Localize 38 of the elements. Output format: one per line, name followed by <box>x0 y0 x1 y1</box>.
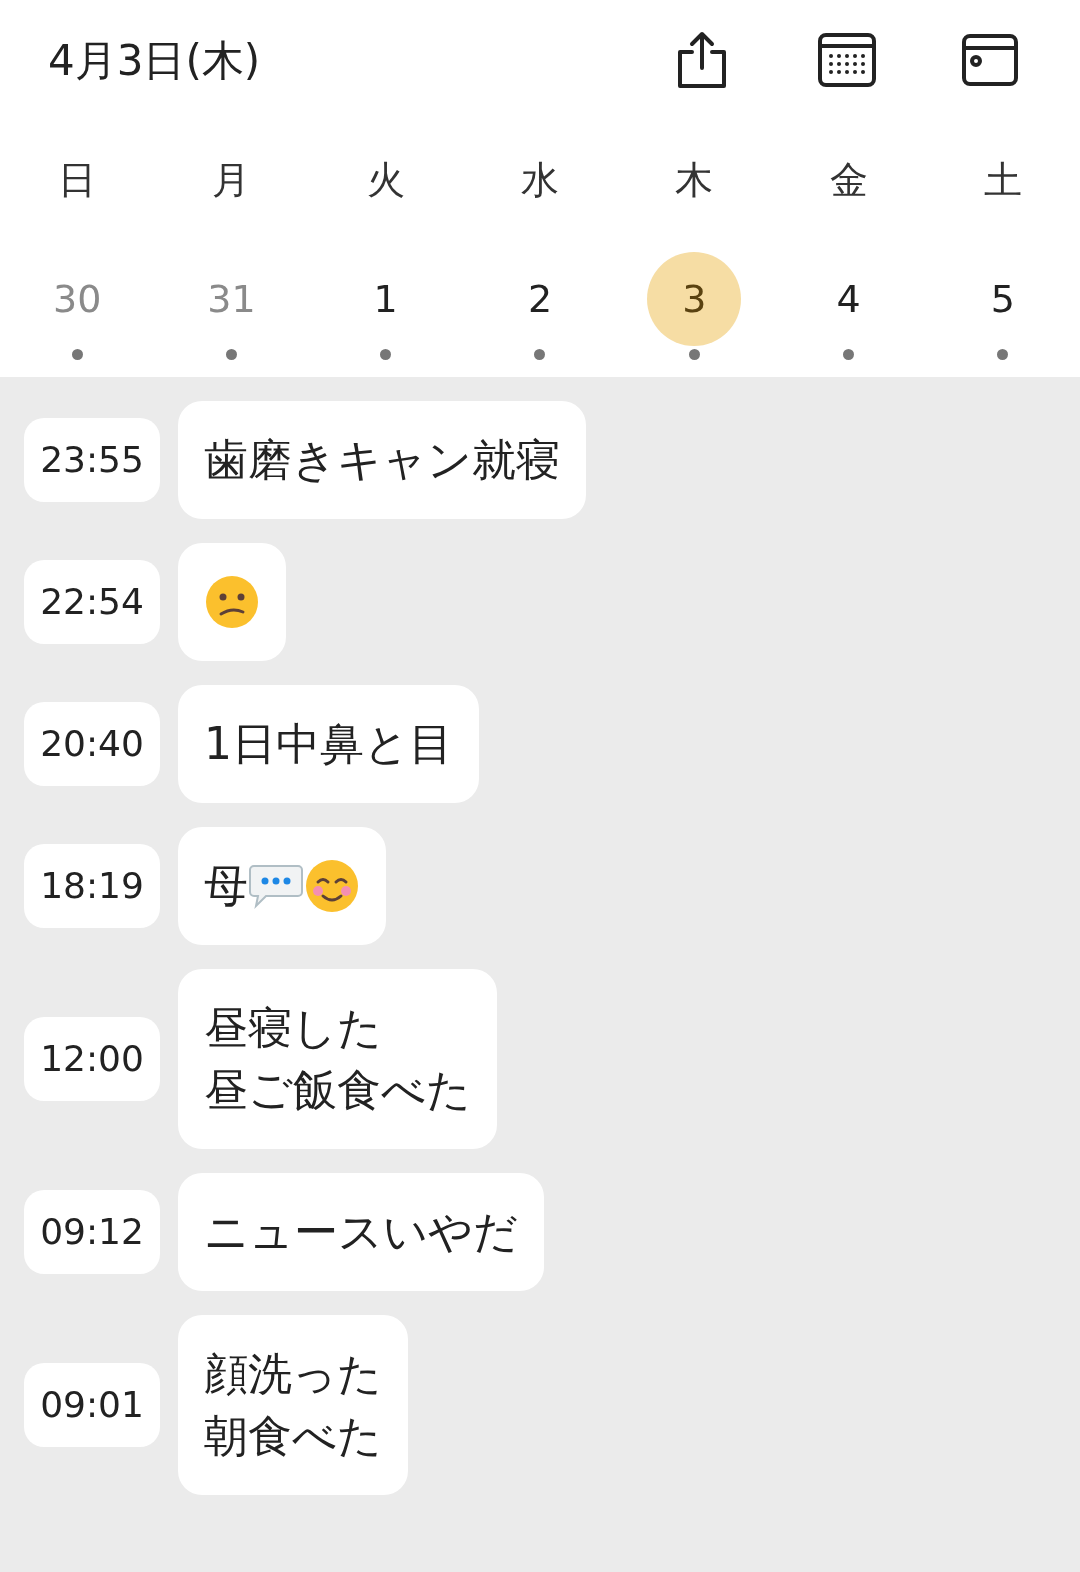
message-bubble[interactable]: 顔洗った 朝食べた <box>178 1315 408 1495</box>
time-label: 20:40 <box>24 702 160 786</box>
card-icon[interactable] <box>962 34 1018 86</box>
frown-emoji-icon <box>204 574 260 630</box>
message-text: 母 <box>204 859 248 913</box>
time-label: 12:00 <box>24 1017 160 1101</box>
message-text: 朝食べた <box>204 1409 382 1463</box>
day-cell[interactable]: 2 <box>493 252 587 346</box>
message-text: 歯磨きキャン就寝 <box>204 433 560 487</box>
weekday-label: 土 <box>983 156 1022 204</box>
day-cell[interactable]: 3 <box>647 252 742 346</box>
weekday-label: 金 <box>829 156 868 204</box>
day-cell[interactable]: 5 <box>955 252 1050 346</box>
message-bubble[interactable]: 母 <box>178 827 386 945</box>
time-label: 09:12 <box>24 1190 160 1274</box>
time-label: 22:54 <box>24 560 160 644</box>
message-bubble[interactable]: 歯磨きキャン就寝 <box>178 401 586 519</box>
message-bubble[interactable]: ニュースいやだ <box>178 1173 544 1291</box>
message-bubble[interactable]: 昼寝した 昼ご飯食べた <box>178 969 497 1149</box>
smiling-emoji-icon <box>304 858 360 914</box>
day-cell[interactable]: 4 <box>801 252 896 346</box>
calendar-icon[interactable] <box>818 33 876 87</box>
weekday-label: 火 <box>366 156 405 204</box>
message-text: 昼寝した <box>204 1001 382 1055</box>
time-label: 18:19 <box>24 844 160 928</box>
weekday-label: 日 <box>58 156 97 204</box>
weekday-label: 水 <box>521 156 559 204</box>
time-label: 09:01 <box>24 1363 160 1447</box>
message-text: 昼ご飯食べた <box>204 1063 471 1117</box>
weekday-label: 木 <box>675 156 714 204</box>
day-cell[interactable]: 1 <box>338 252 433 346</box>
weekday-label: 月 <box>212 156 251 204</box>
message-bubble[interactable]: 1日中鼻と目 <box>178 685 479 803</box>
message-text: ニュースいやだ <box>204 1205 518 1259</box>
message-text: 顔洗った <box>204 1347 382 1401</box>
date-title: 4月3日(木) <box>48 34 262 87</box>
message-text: 1日中鼻と目 <box>204 717 453 771</box>
time-label: 23:55 <box>24 418 160 502</box>
